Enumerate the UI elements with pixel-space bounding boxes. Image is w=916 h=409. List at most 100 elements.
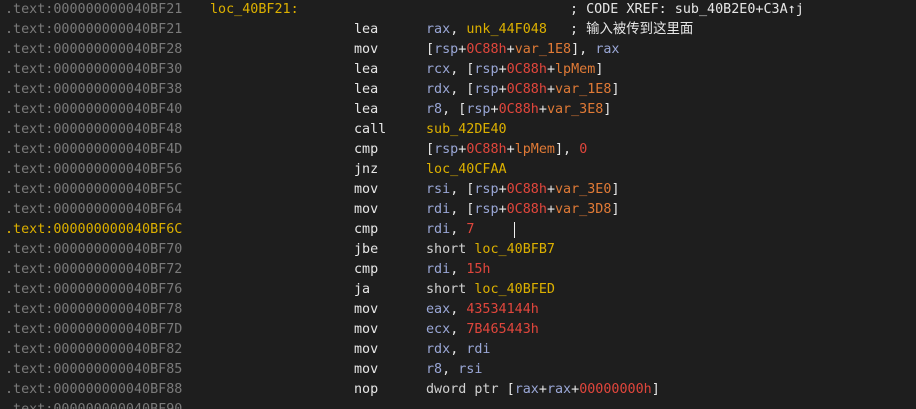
mnemonic[interactable]: lea (354, 20, 378, 40)
instruction-line-current[interactable]: .text:000000000040BF6C cmp rdi, 7 (0, 220, 916, 240)
address: .text:000000000040BF38 (5, 82, 183, 97)
register-operand[interactable]: ecx (426, 322, 450, 337)
register-operand[interactable]: rcx (426, 62, 450, 77)
operands: dword ptr [rax+rax+00000000h] (426, 380, 660, 400)
operands: r8, [rsp+0C88h+var_3E8] (426, 100, 611, 120)
operand-text: + (498, 62, 507, 77)
instruction-line[interactable]: .text:000000000040BF28 mov [rsp+0C88h+var_… (0, 40, 916, 60)
register-operand[interactable]: rdx (426, 82, 450, 97)
address: .text:000000000040BF21 (5, 22, 183, 37)
instruction-line[interactable]: .text:000000000040BF64 mov rdi, [rsp+0C88h… (0, 200, 916, 220)
variable-operand[interactable]: lpMem (555, 62, 595, 77)
register-operand[interactable]: eax (426, 302, 450, 317)
mnemonic[interactable]: mov (354, 360, 378, 380)
disassembly-listing: .text:000000000040BF21 loc_40BF21: ; COD… (0, 0, 916, 409)
register-operand[interactable]: rax (547, 382, 571, 397)
register-operand[interactable]: rax (595, 42, 619, 57)
mnemonic[interactable]: mov (354, 40, 378, 60)
code-label[interactable]: loc_40BF21: (210, 0, 299, 20)
mnemonic[interactable]: lea (354, 80, 378, 100)
label-operand[interactable]: unk_44F048 (466, 22, 547, 37)
instruction-line[interactable]: .text:000000000040BF72 cmp rdi, 15h (0, 260, 916, 280)
label-operand[interactable]: loc_40BFED (474, 282, 555, 297)
register-operand[interactable]: rsp (434, 142, 458, 157)
label-operand[interactable]: loc_40BFB7 (474, 242, 555, 257)
register-operand[interactable]: rsp (434, 42, 458, 57)
register-operand[interactable]: r8 (426, 102, 442, 117)
operand-text: short (426, 242, 475, 257)
instruction-line[interactable]: .text:000000000040BF70 jbe short loc_40BFB… (0, 240, 916, 260)
register-operand[interactable]: rdi (466, 342, 490, 357)
register-operand[interactable]: rdi (426, 262, 450, 277)
instruction-line[interactable]: .text:000000000040BF85 mov r8, rsi (0, 360, 916, 380)
register-operand[interactable]: rsp (474, 202, 498, 217)
mnemonic[interactable]: cmp (354, 220, 378, 240)
operand-text: + (538, 382, 547, 397)
mnemonic[interactable]: call (354, 120, 386, 140)
register-operand[interactable]: r8 (426, 362, 442, 377)
variable-operand[interactable]: var_3E8 (547, 102, 603, 117)
variable-operand[interactable]: var_3D8 (555, 202, 611, 217)
number-operand: 0 (579, 142, 588, 157)
register-operand[interactable]: rsp (466, 102, 490, 117)
mnemonic[interactable]: mov (354, 180, 378, 200)
instruction-line[interactable]: .text:000000000040BF48 call sub_42DE40 (0, 120, 916, 140)
variable-operand[interactable]: lpMem (515, 142, 555, 157)
instruction-line[interactable]: .text:000000000040BF30 lea rcx, [rsp+0C88h… (0, 60, 916, 80)
register-operand[interactable]: rsp (474, 82, 498, 97)
variable-operand[interactable]: var_3E0 (555, 182, 611, 197)
operands: rax, unk_44F048 (426, 20, 547, 40)
register-operand[interactable]: rsp (474, 182, 498, 197)
instruction-line[interactable]: .text:000000000040BF88 nop dword ptr [rax+… (0, 380, 916, 400)
mnemonic[interactable]: cmp (354, 260, 378, 280)
register-operand[interactable]: rdi (426, 202, 450, 217)
register-operand[interactable]: rax (515, 382, 539, 397)
mnemonic[interactable]: cmp (354, 140, 378, 160)
mnemonic[interactable]: ja (354, 280, 370, 300)
register-operand[interactable]: rdi (426, 222, 450, 237)
instruction-line[interactable]: .text:000000000040BF78 mov eax, 43534144h (0, 300, 916, 320)
instruction-line[interactable]: .text:000000000040BF76 ja short loc_40BFED (0, 280, 916, 300)
mnemonic[interactable]: lea (354, 60, 378, 80)
mnemonic[interactable]: nop (354, 380, 378, 400)
operand-text: + (498, 182, 507, 197)
instruction-line[interactable]: .text:000000000040BF7D mov ecx, 7B465443h (0, 320, 916, 340)
instruction-line[interactable]: .text:000000000040BF40 lea r8, [rsp+0C88h+… (0, 100, 916, 120)
number-operand: 0C88h (466, 42, 507, 57)
instruction-line[interactable]: .text:000000000040BF21 lea rax, unk_44F048… (0, 20, 916, 40)
variable-operand[interactable]: var_1E8 (515, 42, 571, 57)
instruction-line[interactable]: .text:000000000040BF82 mov rdx, rdi (0, 340, 916, 360)
instruction-line[interactable]: .text:000000000040BF38 lea rdx, [rsp+0C88h… (0, 80, 916, 100)
register-operand[interactable]: rax (426, 22, 450, 37)
address: .text:000000000040BF5C (5, 182, 183, 197)
mnemonic[interactable]: mov (354, 300, 378, 320)
operand-text: + (546, 202, 555, 217)
operand-text: , [ (450, 82, 475, 97)
instruction-line[interactable]: .text:000000000040BF56 jnz loc_40CFAA (0, 160, 916, 180)
inline-comment[interactable]: ; 输入被传到这里面 (570, 20, 693, 40)
instruction-line[interactable]: .text:000000000040BF90 (0, 400, 916, 409)
label-operand[interactable]: sub_42DE40 (426, 122, 507, 137)
mnemonic[interactable]: mov (354, 320, 378, 340)
operands: sub_42DE40 (426, 120, 507, 140)
mnemonic[interactable]: mov (354, 200, 378, 220)
label-operand[interactable]: loc_40CFAA (426, 162, 507, 177)
operand-text: + (498, 82, 507, 97)
operand-text: [ (426, 42, 435, 57)
mnemonic[interactable]: lea (354, 100, 378, 120)
register-operand[interactable]: rsp (474, 62, 498, 77)
operand-text: + (506, 42, 515, 57)
variable-operand[interactable]: var_1E8 (555, 82, 611, 97)
mnemonic[interactable]: mov (354, 340, 378, 360)
register-operand[interactable]: rsi (426, 182, 450, 197)
xref-comment[interactable]: ; CODE XREF: sub_40B2E0+C3A↑j (570, 0, 804, 20)
label-line[interactable]: .text:000000000040BF21 loc_40BF21: ; COD… (0, 0, 916, 20)
register-operand[interactable]: rdx (426, 342, 450, 357)
instruction-line[interactable]: .text:000000000040BF5C mov rsi, [rsp+0C88h… (0, 180, 916, 200)
instruction-line[interactable]: .text:000000000040BF4D cmp [rsp+0C88h+lpMe… (0, 140, 916, 160)
mnemonic[interactable]: jbe (354, 240, 378, 260)
operand-text: + (546, 82, 555, 97)
number-operand: 0C88h (506, 202, 547, 217)
mnemonic[interactable]: jnz (354, 160, 378, 180)
register-operand[interactable]: rsi (458, 362, 482, 377)
